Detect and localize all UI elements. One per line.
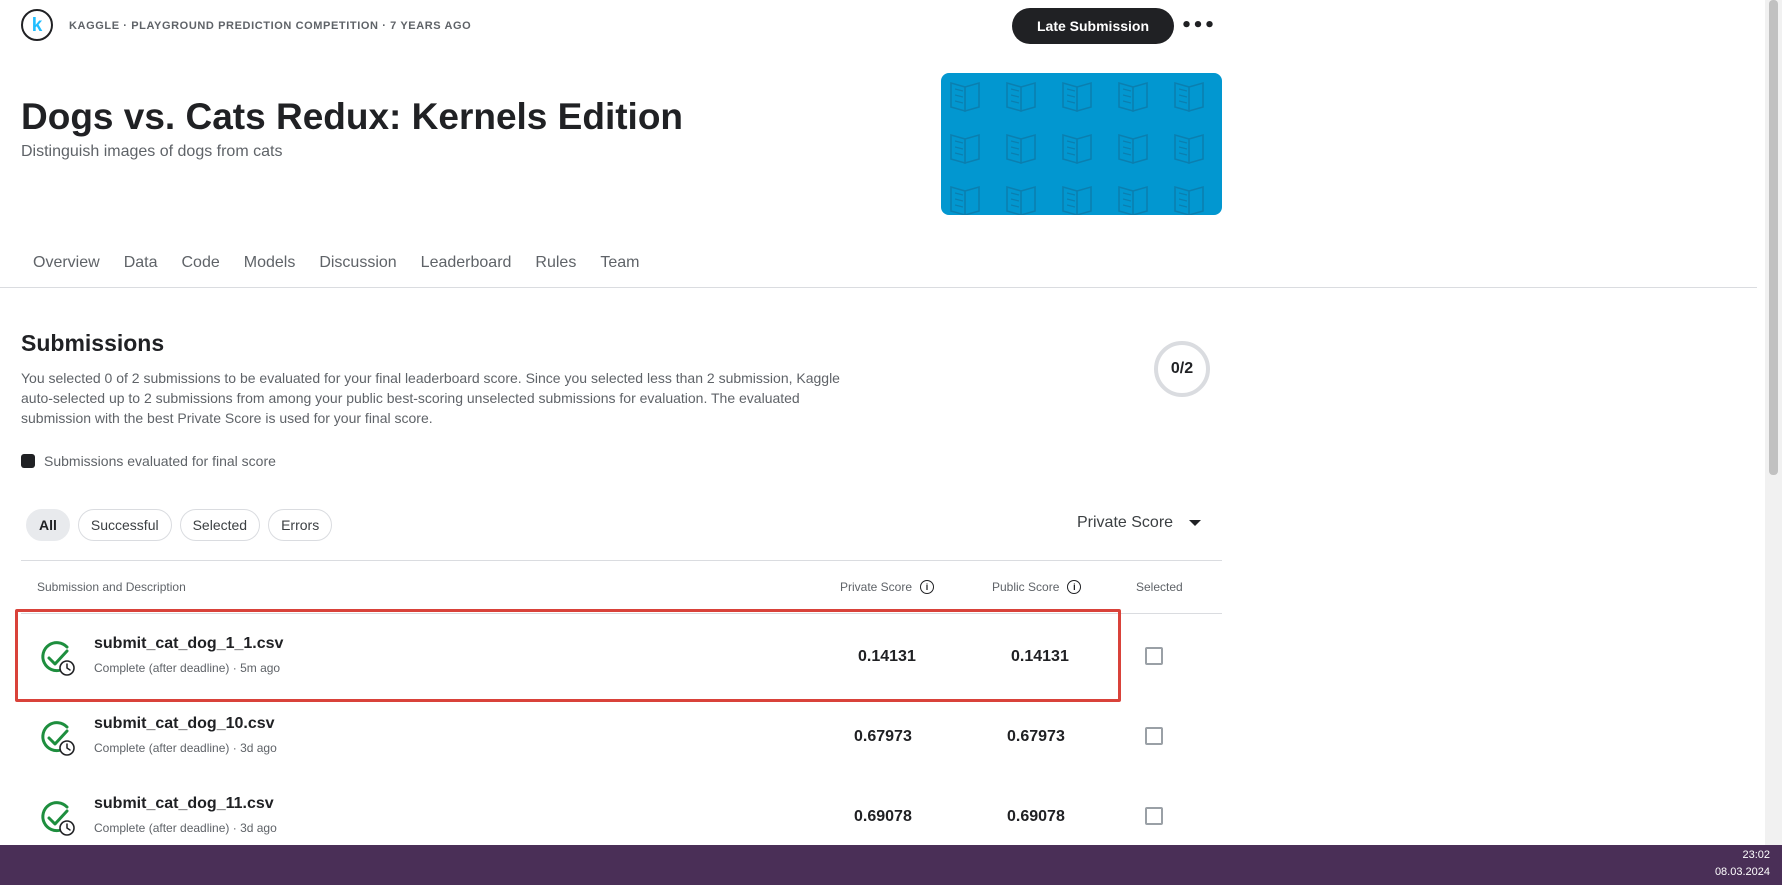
competition-tabs: Overview Data Code Models Discussion Lea…	[21, 252, 651, 274]
filter-errors[interactable]: Errors	[268, 509, 333, 541]
column-public-score: Public Score i	[992, 580, 1082, 594]
filter-selected[interactable]: Selected	[179, 509, 261, 541]
kaggle-logo-icon[interactable]: k	[21, 9, 53, 41]
clock-date: 08.03.2024	[1714, 866, 1770, 878]
column-private-label: Private Score	[840, 580, 913, 594]
complete-after-deadline-icon	[41, 801, 75, 836]
logo-letter: k	[31, 14, 43, 36]
kaggle-page: k KAGGLE · PLAYGROUND PREDICTION COMPETI…	[0, 0, 1765, 845]
os-taskbar: 23:02 08.03.2024	[0, 845, 1782, 885]
submission-filters: All Successful Selected Errors	[26, 509, 333, 541]
final-score-legend: Submissions evaluated for final score	[21, 453, 276, 469]
submission-file-name[interactable]: submit_cat_dog_10.csv	[94, 715, 275, 733]
table-row: submit_cat_dog_1_1.csv Complete (after d…	[21, 614, 1222, 694]
book-pattern-icon	[941, 73, 1222, 215]
page-title: Dogs vs. Cats Redux: Kernels Edition	[21, 96, 684, 137]
column-submission: Submission and Description	[37, 580, 186, 594]
tab-code[interactable]: Code	[169, 252, 231, 274]
submission-status: Complete (after deadline) · 3d ago	[94, 741, 277, 755]
table-top-divider	[21, 560, 1222, 561]
legend-swatch	[21, 454, 35, 468]
complete-after-deadline-icon	[41, 641, 75, 676]
tab-discussion[interactable]: Discussion	[307, 252, 408, 274]
tab-leaderboard[interactable]: Leaderboard	[409, 252, 524, 274]
tab-overview[interactable]: Overview	[21, 252, 112, 274]
column-selected: Selected	[1136, 580, 1183, 594]
selection-counter: 0/2	[1154, 341, 1210, 397]
tab-data[interactable]: Data	[112, 252, 170, 274]
page-scrollbar[interactable]	[1765, 0, 1782, 845]
private-score-info-icon[interactable]: i	[920, 580, 935, 594]
public-score-info-icon[interactable]: i	[1067, 580, 1082, 594]
sort-label: Private Score	[1077, 514, 1174, 531]
filter-all[interactable]: All	[26, 509, 70, 541]
late-submission-button[interactable]: Late Submission	[1012, 8, 1174, 44]
select-checkbox[interactable]	[1145, 727, 1163, 745]
tab-rules[interactable]: Rules	[523, 252, 588, 274]
submission-file-name[interactable]: submit_cat_dog_11.csv	[94, 795, 274, 813]
private-score-value: 0.14131	[858, 648, 916, 665]
private-score-value: 0.69078	[854, 808, 912, 825]
sort-dropdown[interactable]: Private Score	[1077, 514, 1202, 532]
column-private-score: Private Score i	[840, 580, 935, 594]
select-checkbox[interactable]	[1145, 647, 1163, 665]
private-score-value: 0.67973	[854, 728, 912, 745]
filter-successful[interactable]: Successful	[77, 509, 172, 541]
competition-meta: KAGGLE · PLAYGROUND PREDICTION COMPETITI…	[69, 20, 472, 32]
caret-down-icon	[1189, 520, 1202, 526]
submission-status: Complete (after deadline) · 3d ago	[94, 821, 277, 835]
column-public-label: Public Score	[992, 580, 1060, 594]
submission-status: Complete (after deadline) · 5m ago	[94, 661, 281, 675]
table-row: submit_cat_dog_10.csv Complete (after de…	[21, 694, 1222, 774]
legend-label: Submissions evaluated for final score	[44, 453, 276, 469]
public-score-value: 0.14131	[1011, 648, 1069, 665]
tab-models[interactable]: Models	[232, 252, 308, 274]
more-options-icon[interactable]: •••	[1181, 12, 1216, 38]
page-subtitle: Distinguish images of dogs from cats	[21, 143, 283, 160]
select-checkbox[interactable]	[1145, 807, 1163, 825]
column-selected-label: Selected	[1136, 580, 1183, 594]
tabs-divider	[0, 287, 1757, 288]
submissions-title: Submissions	[21, 330, 165, 356]
tab-team[interactable]: Team	[588, 252, 651, 274]
public-score-value: 0.67973	[1007, 728, 1065, 745]
clock-time: 23:02	[1742, 849, 1770, 861]
submissions-description: You selected 0 of 2 submissions to be ev…	[21, 370, 840, 426]
complete-after-deadline-icon	[41, 721, 75, 756]
system-clock[interactable]: 23:02 08.03.2024	[1715, 847, 1770, 881]
scrollbar-thumb[interactable]	[1769, 0, 1778, 475]
submission-file-name[interactable]: submit_cat_dog_1_1.csv	[94, 635, 283, 653]
competition-banner-image	[941, 73, 1222, 215]
public-score-value: 0.69078	[1007, 808, 1065, 825]
table-row: submit_cat_dog_11.csv Complete (after de…	[21, 774, 1222, 854]
column-submission-label: Submission and Description	[37, 580, 186, 594]
